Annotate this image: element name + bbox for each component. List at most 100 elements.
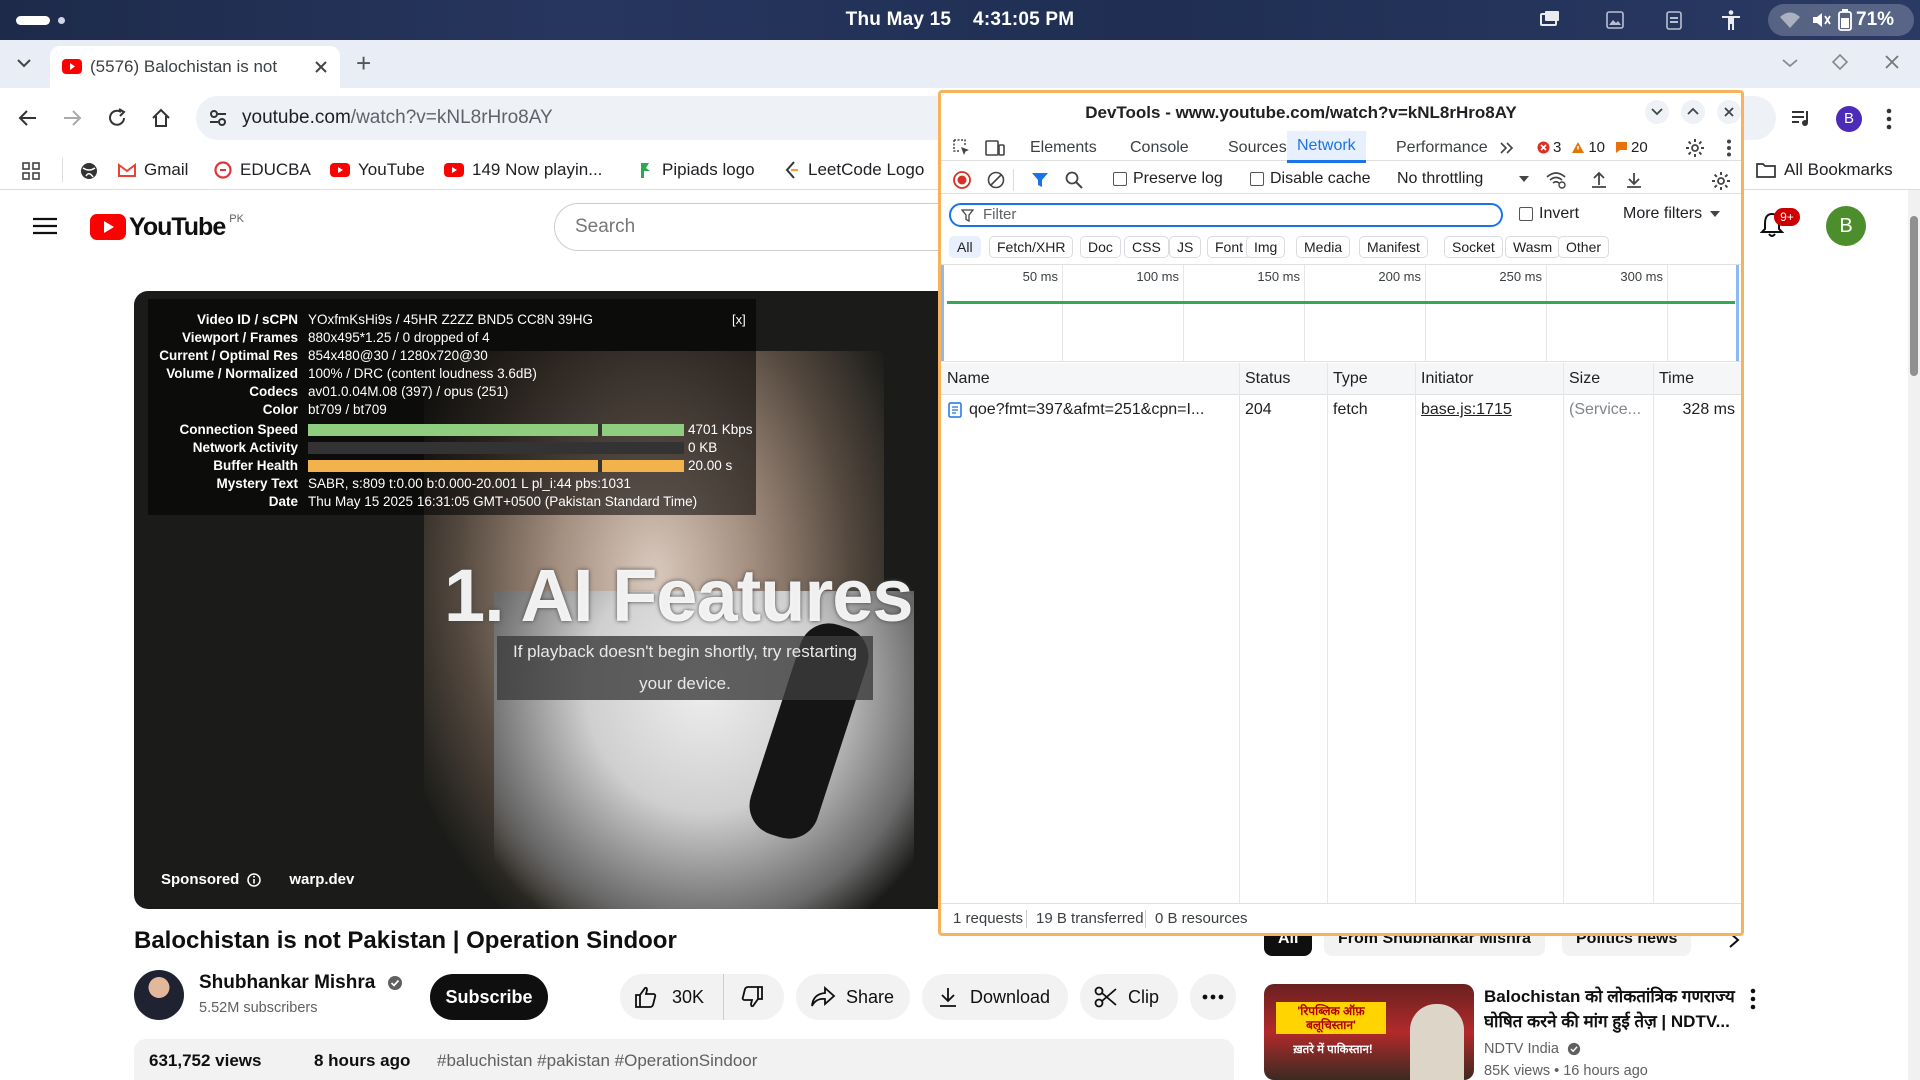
invert-checkbox[interactable]: Invert <box>1519 205 1579 223</box>
type-filter-media[interactable]: Media <box>1296 236 1351 258</box>
export-har-icon[interactable] <box>1625 171 1643 189</box>
column-divider[interactable] <box>1327 363 1328 903</box>
bookmark-leetcode[interactable]: LeetCode Logo <box>784 158 924 182</box>
info-icon[interactable] <box>247 872 262 887</box>
profile-avatar[interactable]: B <box>1836 106 1862 132</box>
filter-funnel-icon[interactable] <box>1031 171 1049 189</box>
devtools-tab-network[interactable]: Network <box>1287 131 1366 163</box>
browser-tab-youtube[interactable]: (5576) Balochistan is not <box>50 46 340 88</box>
type-filter-font[interactable]: Font <box>1207 236 1252 258</box>
type-filter-socket[interactable]: Socket <box>1444 236 1503 258</box>
description-box[interactable]: 631,752 views 8 hours ago #baluchistan #… <box>134 1039 1234 1080</box>
screen-capture-icon[interactable] <box>1538 9 1562 31</box>
channel-name[interactable]: Shubhankar Mishra <box>199 972 403 994</box>
clear-icon[interactable] <box>987 171 1005 189</box>
column-header-type[interactable]: Type <box>1333 370 1368 388</box>
column-divider[interactable] <box>1563 363 1564 903</box>
close-tab-icon[interactable] <box>314 60 328 74</box>
media-controls-icon[interactable] <box>1790 108 1812 128</box>
type-filter-wasm[interactable]: Wasm <box>1505 236 1561 258</box>
bookmark-pipiads[interactable]: Pipiads logo <box>638 158 755 182</box>
download-button[interactable]: Download <box>922 974 1068 1020</box>
all-bookmarks[interactable]: All Bookmarks <box>1756 158 1893 182</box>
chrome-menu-icon[interactable] <box>1886 108 1892 130</box>
chevron-down-icon[interactable] <box>17 58 31 68</box>
back-icon[interactable] <box>18 108 38 128</box>
devtools-tab-console[interactable]: Console <box>1130 139 1189 157</box>
devtools-titlebar[interactable]: DevTools - www.youtube.com/watch?v=kNL8r… <box>941 93 1741 131</box>
disable-cache-checkbox[interactable]: Disable cache <box>1250 170 1371 188</box>
site-info-icon[interactable] <box>208 108 228 128</box>
filter-input[interactable]: Filter <box>949 203 1503 227</box>
youtube-logo[interactable]: YouTube PK <box>90 212 244 242</box>
more-tabs-icon[interactable] <box>1500 142 1514 154</box>
like-button[interactable]: 30K <box>620 974 724 1020</box>
network-conditions-icon[interactable] <box>1545 171 1567 189</box>
tab-search-icon[interactable] <box>1782 58 1798 68</box>
devtools-tab-sources[interactable]: Sources <box>1228 139 1287 157</box>
apps-grid-icon[interactable] <box>22 162 40 180</box>
reload-icon[interactable] <box>106 107 128 129</box>
preserve-log-checkbox[interactable]: Preserve log <box>1113 170 1223 188</box>
throttling-select[interactable]: No throttling <box>1397 170 1529 188</box>
page-scrollbar[interactable] <box>1908 190 1920 1080</box>
settings-gear-icon[interactable] <box>1685 138 1705 158</box>
type-filter-img[interactable]: Img <box>1246 236 1286 258</box>
quick-settings-pill[interactable]: 71% <box>1768 4 1914 36</box>
type-filter-js[interactable]: JS <box>1169 236 1202 258</box>
close-window-icon[interactable] <box>1884 54 1900 70</box>
clipboard-icon[interactable] <box>1662 9 1686 31</box>
minimize-button[interactable] <box>1645 100 1669 124</box>
table-row[interactable]: qoe?fmt=397&afmt=251&cpn=I... 204 fetch bas… <box>941 395 1741 425</box>
device-toolbar-icon[interactable] <box>985 139 1005 157</box>
home-icon[interactable] <box>150 107 172 129</box>
column-divider[interactable] <box>1239 363 1240 903</box>
type-filter-doc[interactable]: Doc <box>1080 236 1121 258</box>
hashtags[interactable]: #baluchistan #pakistan #OperationSindoor <box>437 1051 757 1071</box>
bookmark-gmail[interactable]: Gmail <box>118 158 188 182</box>
column-header-name[interactable]: Name <box>947 370 990 388</box>
hamburger-menu-icon[interactable] <box>33 217 57 235</box>
issue-counters[interactable]: 3 10 20 <box>1537 139 1648 156</box>
timeline-left-handle[interactable] <box>941 265 944 361</box>
bookmark-educba[interactable]: EDUCBA <box>214 158 311 182</box>
clip-button[interactable]: Clip <box>1080 974 1178 1020</box>
new-tab-button[interactable]: + <box>356 48 371 79</box>
cell-initiator[interactable]: base.js:1715 <box>1421 401 1557 419</box>
bookmark-now-playing[interactable]: 149 Now playin... <box>444 158 602 182</box>
recommended-menu-icon[interactable] <box>1750 988 1756 1010</box>
recommended-thumbnail[interactable]: 'रिपब्लिक ऑफ़ बलूचिस्तान' ख़तरे में पाकि… <box>1264 984 1474 1080</box>
subscribe-button[interactable]: Subscribe <box>430 974 548 1020</box>
column-header-size[interactable]: Size <box>1569 370 1600 388</box>
image-icon[interactable] <box>1603 9 1627 31</box>
column-header-time[interactable]: Time <box>1659 370 1694 388</box>
type-filter-css[interactable]: CSS <box>1124 236 1169 258</box>
record-stop-icon[interactable] <box>953 171 971 189</box>
scrollbar-thumb[interactable] <box>1910 216 1918 376</box>
sponsor-domain[interactable]: warp.dev <box>289 871 354 888</box>
timeline-right-handle[interactable] <box>1736 265 1739 361</box>
type-filter-manifest[interactable]: Manifest <box>1359 236 1428 258</box>
channel-avatar[interactable] <box>134 970 184 1020</box>
column-header-status[interactable]: Status <box>1245 370 1290 388</box>
devtools-menu-icon[interactable] <box>1726 139 1732 157</box>
user-avatar[interactable]: B <box>1826 206 1866 246</box>
system-clock[interactable]: Thu May 15 4:31:05 PM <box>0 9 1920 31</box>
column-divider[interactable] <box>1415 363 1416 903</box>
search-input[interactable]: Search <box>554 203 974 251</box>
recommended-channel[interactable]: NDTV India <box>1484 1041 1581 1057</box>
globe-icon[interactable] <box>80 162 98 180</box>
import-har-icon[interactable] <box>1590 171 1608 189</box>
window-float-icon[interactable] <box>1832 54 1848 70</box>
recommended-title[interactable]: Balochistan को लोकतांत्रिक गणराज्य घोषित… <box>1484 984 1760 1034</box>
url-text[interactable]: youtube.com/watch?v=kNL8rHro8AY <box>242 107 553 129</box>
inspect-element-icon[interactable] <box>953 139 971 157</box>
forward-icon[interactable] <box>62 108 82 128</box>
column-divider[interactable] <box>1653 363 1654 903</box>
type-filter-all[interactable]: All <box>949 236 981 258</box>
share-button[interactable]: Share <box>796 974 910 1020</box>
network-settings-gear-icon[interactable] <box>1711 171 1731 191</box>
search-icon[interactable] <box>1065 171 1083 189</box>
network-overview-timeline[interactable]: 50 ms 100 ms 150 ms 200 ms 250 ms 300 ms <box>941 264 1741 362</box>
accessibility-icon[interactable] <box>1719 9 1743 31</box>
